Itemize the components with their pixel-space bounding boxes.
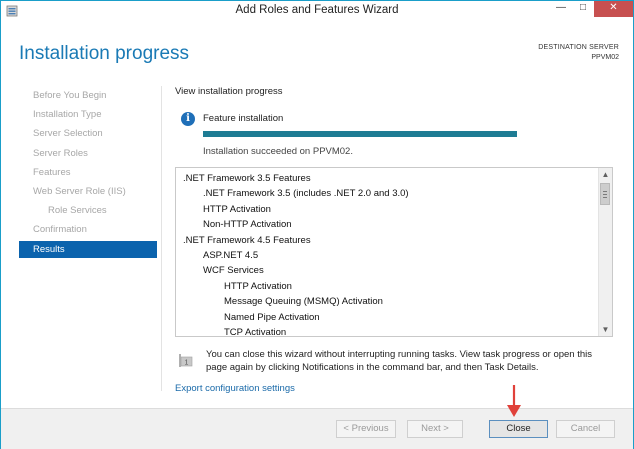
nav-divider xyxy=(161,86,162,391)
wizard-window: Add Roles and Features Wizard — □ ✕ Inst… xyxy=(0,0,634,449)
close-button[interactable]: Close xyxy=(489,420,548,438)
results-list[interactable]: .NET Framework 3.5 Features .NET Framewor… xyxy=(175,167,613,337)
sidebar-item[interactable]: Features xyxy=(19,164,157,181)
result-list-item: .NET Framework 3.5 Features xyxy=(183,173,311,184)
thumb-grip-line xyxy=(603,191,607,192)
result-list-item: ASP.NET 4.5 xyxy=(203,250,259,261)
sidebar-item[interactable]: Web Server Role (IIS) xyxy=(19,183,157,200)
page-title: Installation progress xyxy=(19,43,190,64)
content-heading: View installation progress xyxy=(175,86,283,97)
sidebar-item[interactable]: Server Roles xyxy=(19,145,157,162)
export-configuration-link[interactable]: Export configuration settings xyxy=(175,383,295,394)
sidebar-item[interactable]: Confirmation xyxy=(19,221,157,238)
installation-progress-bar xyxy=(203,131,517,137)
thumb-grip-line xyxy=(603,194,607,195)
sidebar-item[interactable]: Results xyxy=(19,240,157,258)
title-bar[interactable]: Add Roles and Features Wizard — □ ✕ xyxy=(1,1,633,21)
next-button[interactable]: Next > xyxy=(407,420,463,438)
result-list-item: Non-HTTP Activation xyxy=(203,219,292,231)
result-list-item: .NET Framework 4.5 Features xyxy=(183,234,311,246)
scrollbar-thumb[interactable] xyxy=(600,183,610,205)
feature-installation-title: Feature installation xyxy=(203,113,284,124)
scroll-up-arrow-icon[interactable]: ▲ xyxy=(599,168,612,181)
progress-bar-fill xyxy=(203,131,517,137)
result-list-item: TCP Activation xyxy=(224,327,287,337)
sidebar-item[interactable]: Role Services xyxy=(19,202,157,219)
destination-server-name: PPVM02 xyxy=(591,54,619,61)
maximize-button[interactable]: □ xyxy=(572,1,594,17)
sidebar-item[interactable]: Installation Type xyxy=(19,106,157,123)
wizard-footer: < Previous Next > Close Cancel xyxy=(1,408,633,449)
window-title: Add Roles and Features Wizard xyxy=(235,4,399,16)
flag-note-icon: 1 xyxy=(179,354,193,367)
results-scrollbar[interactable]: ▲ ▼ xyxy=(598,168,612,336)
destination-server-label: DESTINATION SERVER xyxy=(538,44,619,51)
result-list-item: HTTP Activation xyxy=(224,280,292,292)
result-list-item: HTTP Activation xyxy=(203,203,271,215)
cancel-button[interactable]: Cancel xyxy=(556,420,615,438)
thumb-grip-line xyxy=(603,197,607,198)
minimize-button[interactable]: — xyxy=(550,1,572,17)
scroll-down-arrow-icon[interactable]: ▼ xyxy=(599,323,612,336)
result-list-item: WCF Services xyxy=(203,265,264,277)
result-list-item: Named Pipe Activation xyxy=(224,311,320,323)
annotation-arrow-icon xyxy=(507,385,521,417)
info-icon: i xyxy=(181,112,195,126)
sidebar-item[interactable]: Before You Begin xyxy=(19,87,157,104)
close-window-button[interactable]: ✕ xyxy=(594,1,633,17)
installation-status-text: Installation succeeded on PPVM02. xyxy=(203,146,353,157)
result-list-item: .NET Framework 3.5 (includes .NET 2.0 an… xyxy=(203,188,409,200)
note-icon-badge: 1 xyxy=(185,360,189,367)
result-list-item: Message Queuing (MSMQ) Activation xyxy=(224,296,383,308)
sidebar-item[interactable]: Server Selection xyxy=(19,125,157,142)
previous-button[interactable]: < Previous xyxy=(336,420,396,438)
close-wizard-note: You can close this wizard without interr… xyxy=(206,349,593,373)
